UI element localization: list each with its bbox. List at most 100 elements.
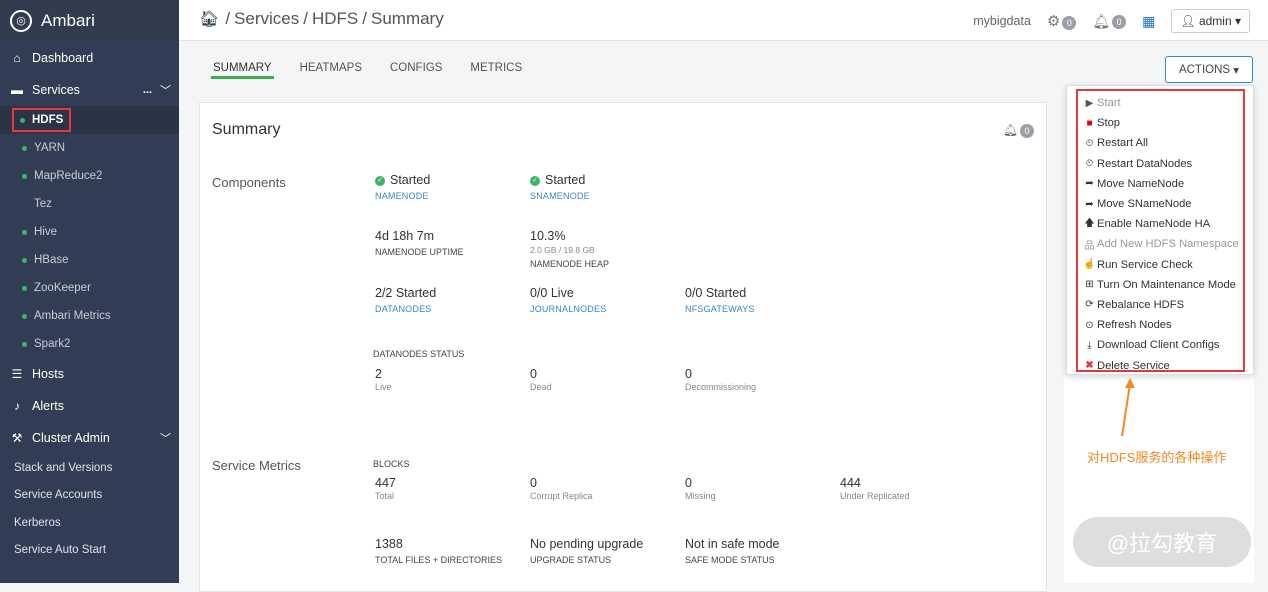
actions-button[interactable]: ACTIONS ▾ [1165,56,1253,83]
dead-value: 0 [530,367,537,381]
services-more-button[interactable]: ... [143,84,152,96]
status-dot-icon [22,145,27,151]
sidebar-service-yarn[interactable]: YARN [0,134,179,162]
heap-label: NAMENODE HEAP [530,259,610,269]
menu-item-run-service-check[interactable]: ☝ Run Service Check [1083,255,1239,275]
medkit-icon: ⊞ [1085,279,1094,291]
sidebar-item-service-auto-start[interactable]: Service Auto Start [0,537,179,565]
app-brand[interactable]: ◎ Ambari [0,0,179,41]
panel-title: Summary [212,121,281,138]
datanodes-link[interactable]: DATANODES [375,304,436,314]
wrench-icon: ⚒ [11,431,23,445]
gear-icon: ⚙ [1046,13,1061,30]
service-label: MapReduce2 [34,170,103,182]
chevron-down-icon[interactable]: ﹀ [160,430,171,446]
annotation-text: 对HDFS服务的各种操作 [1087,450,1227,465]
total-files: 1388 TOTAL FILES + DIRECTORIES [375,537,502,565]
check-circle-icon: ✓ [375,175,385,186]
sidebar-item-hosts[interactable]: ☰ Hosts [0,358,179,390]
chevron-down-icon[interactable]: ﹀ [160,82,171,98]
menu-item-restart-all[interactable]: ⏲ Restart All [1083,133,1239,153]
sidebar-service-tez[interactable]: Tez [0,190,179,218]
sidebar-item-alerts[interactable]: ♪ Alerts [0,390,179,422]
tab-heatmaps[interactable]: HEATMAPS [298,62,364,79]
menu-item-add-namespace[interactable]: 品 Add New HDFS Namespace [1083,234,1239,254]
menu-item-download-configs[interactable]: ⤓ Download Client Configs [1083,335,1239,355]
menu-item-label: Run Service Check [1097,258,1193,271]
ops-count-badge: 0 [1062,15,1077,30]
menu-item-label: Enable NameNode HA [1097,218,1211,231]
sidebar-item-dashboard[interactable]: ⌂ Dashboard [0,42,179,74]
sidebar: ◎ Ambari ⌂ Dashboard ▬ Services ... ﹀ HD… [0,0,179,583]
datanodes-status-label: DATANODES STATUS [373,349,465,359]
sidebar-service-mapreduce2[interactable]: MapReduce2 [0,162,179,190]
sidebar-item-stack-versions[interactable]: Stack and Versions [0,454,179,482]
breadcrumb-separator: / [303,9,308,28]
sidebar-item-service-accounts[interactable]: Service Accounts [0,482,179,510]
home-icon[interactable]: 🏠︎ [199,9,219,29]
sidebar-service-hbase[interactable]: HBase [0,246,179,274]
sidebar-item-services[interactable]: ▬ Services ... ﹀ [0,74,179,106]
journal-link[interactable]: JOURNALNODES [530,304,606,314]
menu-item-label: Restart DataNodes [1097,157,1193,170]
menu-item-label: Add New HDFS Namespace [1097,238,1239,251]
total-value: 447 [375,476,396,490]
breadcrumb-services[interactable]: Services [234,9,299,29]
menu-item-rebalance-hdfs[interactable]: ⟳ Rebalance HDFS [1083,295,1239,315]
thumbs-up-icon: ☝ [1083,259,1096,271]
check-circle-icon: ✓ [530,175,540,186]
safemode-value: Not in safe mode [685,537,780,551]
summary-alerts-badge: 0 [1020,123,1034,138]
sidebar-service-spark2[interactable]: Spark2 [0,330,179,358]
upgrade-label: UPGRADE STATUS [530,555,612,565]
sidebar-item-kerberos[interactable]: Kerberos [0,509,179,537]
datanodes-summary: 2/2 Started DATANODES [375,286,436,314]
menu-item-restart-datanodes[interactable]: ⏲ Restart DataNodes [1083,154,1239,174]
menu-item-delete-service[interactable]: ✖ Delete Service [1083,355,1239,375]
summary-alerts-button[interactable]: 🔔︎ 0 [1003,123,1034,138]
sidebar-service-hdfs[interactable]: HDFS [0,106,179,134]
menu-item-move-snamenode[interactable]: ➦ Move SNameNode [1083,194,1239,214]
missing-label: Missing [685,491,716,501]
blocks-total: 447 Total [375,476,396,501]
nfsgateways-summary: 0/0 Started NFSGATEWAYS [685,286,755,314]
breadcrumb-hdfs[interactable]: HDFS [312,9,358,29]
sidebar-service-ambari-metrics[interactable]: Ambari Metrics [0,302,179,330]
namenode-link[interactable]: NAMENODE [375,191,430,201]
status-dot-icon [22,313,27,319]
breadcrumb-separator: / [225,9,231,28]
snamenode-link[interactable]: SNAMENODE [530,191,590,201]
under-value: 444 [840,476,861,490]
ambari-logo-icon: ◎ [10,9,32,32]
service-label: HDFS [32,114,64,126]
menu-item-start[interactable]: ▶ Start [1083,93,1239,113]
download-icon: ⤓ [1087,339,1092,351]
sidebar-item-cluster-admin[interactable]: ⚒ Cluster Admin ﹀ [0,422,179,454]
stop-icon: ■ [1086,117,1093,129]
tab-summary[interactable]: SUMMARY [211,62,274,79]
menu-item-maintenance-mode[interactable]: ⊞ Turn On Maintenance Mode [1083,275,1239,295]
files-value: 1388 [375,537,403,551]
menu-item-stop[interactable]: ■ Stop [1083,113,1239,133]
nfs-link[interactable]: NFSGATEWAYS [685,304,755,314]
sidebar-service-zookeeper[interactable]: ZooKeeper [0,274,179,302]
menu-item-enable-namenode-ha[interactable]: 🡅 Enable NameNode HA [1083,214,1239,234]
user-menu-button[interactable]: 👤︎ admin ▾ [1171,9,1250,33]
menu-item-refresh-nodes[interactable]: ⊙ Refresh Nodes [1083,315,1239,335]
sidebar-item-label: Cluster Admin [32,431,110,445]
sidebar-item-label: Services [32,83,80,97]
namenode-status: Started [390,173,431,187]
alerts-button[interactable]: 🔔︎ 0 [1092,13,1127,30]
tab-metrics[interactable]: METRICS [468,62,524,79]
menu-item-label: Rebalance HDFS [1097,298,1185,311]
actions-label: ACTIONS [1178,63,1231,76]
datanodes-live: 2 Live [375,367,392,392]
components-label: Components [212,175,286,190]
tab-configs[interactable]: CONFIGS [388,62,444,79]
menu-item-move-namenode[interactable]: ➦ Move NameNode [1083,174,1239,194]
background-ops-button[interactable]: ⚙ 0 [1046,12,1077,30]
list-icon: ☰ [11,367,23,381]
sidebar-service-hive[interactable]: Hive [0,218,179,246]
views-grid-icon[interactable]: ▦ [1142,13,1155,30]
files-label: TOTAL FILES + DIRECTORIES [375,555,502,565]
